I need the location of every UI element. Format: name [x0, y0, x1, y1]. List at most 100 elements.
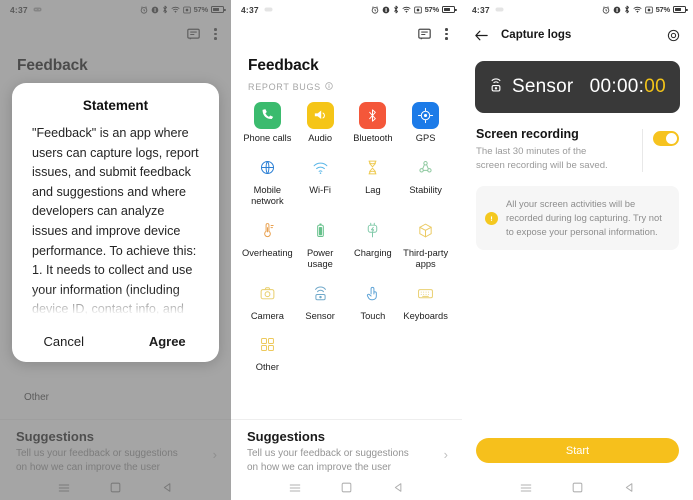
sensor-timer: 00:00:00	[590, 76, 666, 98]
screen-recording-subtitle: The last 30 minutes of the screen record…	[476, 146, 608, 171]
bug-category-label: Other	[255, 362, 279, 372]
bug-category-label: Overheating	[242, 247, 293, 258]
do-not-disturb-icon	[613, 6, 620, 13]
recents-nav-icon[interactable]	[289, 482, 301, 494]
sensor-icon	[307, 280, 334, 307]
dialog-text-fade	[12, 290, 219, 320]
bluetooth-icon	[393, 5, 398, 14]
suggestions-row[interactable]: Suggestions Tell us your feedback or sug…	[231, 419, 462, 475]
screen-recording-title: Screen recording	[476, 127, 579, 141]
bug-category-phone-calls[interactable]: Phone calls	[241, 102, 294, 145]
camera-icon	[254, 280, 281, 307]
bug-category-third-party-apps[interactable]: Third-party apps	[399, 217, 452, 271]
back-nav-icon[interactable]	[624, 482, 635, 493]
start-button[interactable]: Start	[476, 438, 679, 463]
bug-category-label: GPS	[415, 133, 436, 143]
home-nav-icon[interactable]	[572, 482, 583, 493]
plug-icon	[359, 217, 386, 244]
privacy-note-card: All your screen activities will be recor…	[476, 186, 679, 250]
bug-category-bluetooth[interactable]: Bluetooth	[347, 102, 400, 145]
bug-category-overheating[interactable]: Overheating	[241, 217, 294, 271]
cancel-button[interactable]: Cancel	[12, 320, 116, 362]
bug-category-label: Mobile network	[251, 184, 284, 207]
gps-icon	[412, 102, 440, 129]
sensor-timer-card: Sensor 00:00:00	[475, 61, 680, 113]
hourglass-icon	[359, 154, 386, 181]
three-panel-screenshot-strip: 4:37 57% F	[0, 0, 693, 500]
statement-dialog: Statement "Feedback" is an app where use…	[12, 83, 219, 362]
status-bar: 4:37 57%	[462, 0, 693, 19]
back-arrow-icon[interactable]	[475, 30, 488, 41]
bug-category-label: Lag	[365, 184, 381, 195]
bug-category-label: Phone calls	[243, 133, 292, 143]
game-controller-icon	[264, 6, 273, 13]
bug-category-gps[interactable]: GPS	[399, 102, 452, 145]
privacy-note-text: All your screen activities will be recor…	[506, 198, 662, 237]
system-navigation-bar	[462, 475, 693, 500]
wifi-icon	[401, 6, 411, 13]
bluetooth-icon	[624, 5, 629, 14]
globe-icon	[254, 154, 281, 181]
bug-category-label: Bluetooth	[353, 133, 393, 143]
chevron-right-icon: ›	[443, 447, 448, 462]
bug-category-audio[interactable]: Audio	[294, 102, 347, 145]
wifi-icon	[307, 154, 334, 181]
bug-category-label: Camera	[250, 310, 284, 321]
bug-category-lag[interactable]: Lag	[347, 154, 400, 208]
bug-category-sensor[interactable]: Sensor	[294, 280, 347, 323]
bug-category-power-usage[interactable]: Power usage	[294, 217, 347, 271]
battery-percent: 57%	[655, 5, 671, 14]
wifi-icon	[632, 6, 642, 13]
info-icon[interactable]	[325, 82, 333, 92]
dialog-actions: Cancel Agree	[12, 320, 219, 362]
settings-gear-icon[interactable]	[667, 29, 680, 42]
bug-category-keyboards[interactable]: Keyboards	[399, 280, 452, 323]
screen-record-icon	[413, 6, 422, 13]
timer-accent: 00	[644, 76, 666, 97]
speaker-icon	[306, 102, 334, 129]
status-bar-time: 4:37	[472, 4, 490, 15]
bug-category-charging[interactable]: Charging	[347, 217, 400, 271]
bug-category-stability[interactable]: Stability	[399, 154, 452, 208]
timer-main: 00:00:	[589, 76, 645, 97]
system-navigation-bar	[231, 475, 462, 500]
overflow-menu-icon[interactable]	[445, 28, 448, 40]
warning-icon	[485, 211, 498, 225]
screen-recording-toggle[interactable]	[653, 131, 679, 146]
bug-category-camera[interactable]: Camera	[241, 280, 294, 323]
status-bar-icons: 57%	[371, 5, 457, 14]
bluetooth-icon	[359, 102, 387, 129]
bug-category-label: Keyboards	[403, 310, 448, 321]
bug-category-label: Third-party apps	[403, 247, 449, 270]
capture-logs-appbar: Capture logs	[462, 19, 693, 51]
bug-category-grid: Phone calls Audio Bluetooth GPS Mobile netwo…	[231, 92, 462, 374]
section-label-report-bugs: REPORT BUGS	[231, 75, 462, 92]
screen-recording-texts: Screen recording The last 30 minutes of …	[476, 127, 640, 172]
bug-category-touch[interactable]: Touch	[347, 280, 400, 323]
bug-category-label: Sensor	[305, 310, 335, 321]
home-nav-icon[interactable]	[341, 482, 352, 493]
recents-nav-icon[interactable]	[520, 482, 532, 494]
section-label-text: REPORT BUGS	[248, 82, 321, 92]
sensor-card-name: Sensor	[512, 76, 574, 97]
back-nav-icon[interactable]	[393, 482, 404, 493]
touch-icon	[359, 280, 386, 307]
bug-category-wi-fi[interactable]: Wi-Fi	[294, 154, 347, 208]
phone-icon	[253, 102, 281, 129]
bug-category-other[interactable]: Other	[241, 331, 294, 374]
agree-button[interactable]: Agree	[116, 320, 220, 362]
dialog-title: Statement	[82, 98, 149, 113]
chat-bubble-icon[interactable]	[418, 28, 432, 41]
panel-feedback-report-bugs: 4:37 57% Feedback REPORT BUGS Phone call…	[231, 0, 462, 500]
bug-category-mobile-network[interactable]: Mobile network	[241, 154, 294, 208]
sensor-icon	[489, 77, 503, 98]
cube-icon	[412, 217, 439, 244]
suggestions-subtitle: Tell us your feedback or suggestions on …	[247, 448, 409, 473]
keyboard-icon	[412, 280, 439, 307]
vertical-divider	[642, 129, 643, 172]
suggestions-title: Suggestions	[247, 429, 326, 444]
status-bar: 4:37 57%	[231, 0, 462, 19]
dialog-body-text: "Feedback" is an app where users can cap…	[12, 113, 219, 320]
do-not-disturb-icon	[382, 6, 389, 13]
battery-icon	[442, 6, 457, 13]
